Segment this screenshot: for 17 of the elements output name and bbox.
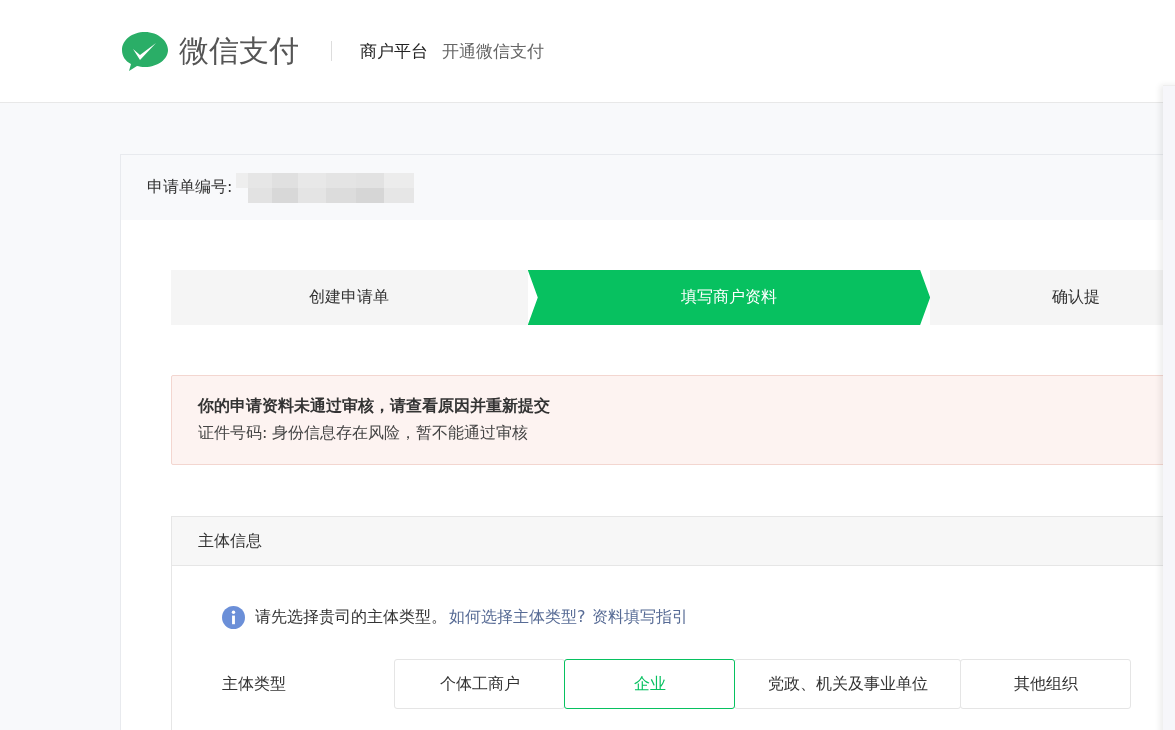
alert-detail: 证件号码: 身份信息存在风险，暂不能通过审核 [198,423,530,444]
type-option[interactable]: 党政、机关及事业单位 [734,659,961,709]
help-link[interactable]: 资料填写指引 [591,607,688,628]
nav-link[interactable]: 商户平台 [360,39,428,63]
application-number-label: 申请单编号: [147,177,233,198]
hint-text: 请先选择贵司的主体类型。 [255,607,447,628]
help-link[interactable]: 如何选择主体类型? [449,607,586,628]
nav-link[interactable]: 开通微信支付 [442,39,544,63]
field-label: 主体类型 [222,673,287,695]
alert-title: 你的申请资料未通过审核，请查看原因并重新提交 [198,396,551,417]
info-icon [222,606,245,629]
brand-name: 微信支付 [179,31,299,70]
type-option[interactable]: 其他组织 [960,659,1131,709]
logo-icon [121,30,169,72]
type-option[interactable]: 个体工商户 [394,659,565,709]
progress-step: 创建申请单 [171,270,528,325]
progress-step: 填写商户资料 [527,270,931,325]
